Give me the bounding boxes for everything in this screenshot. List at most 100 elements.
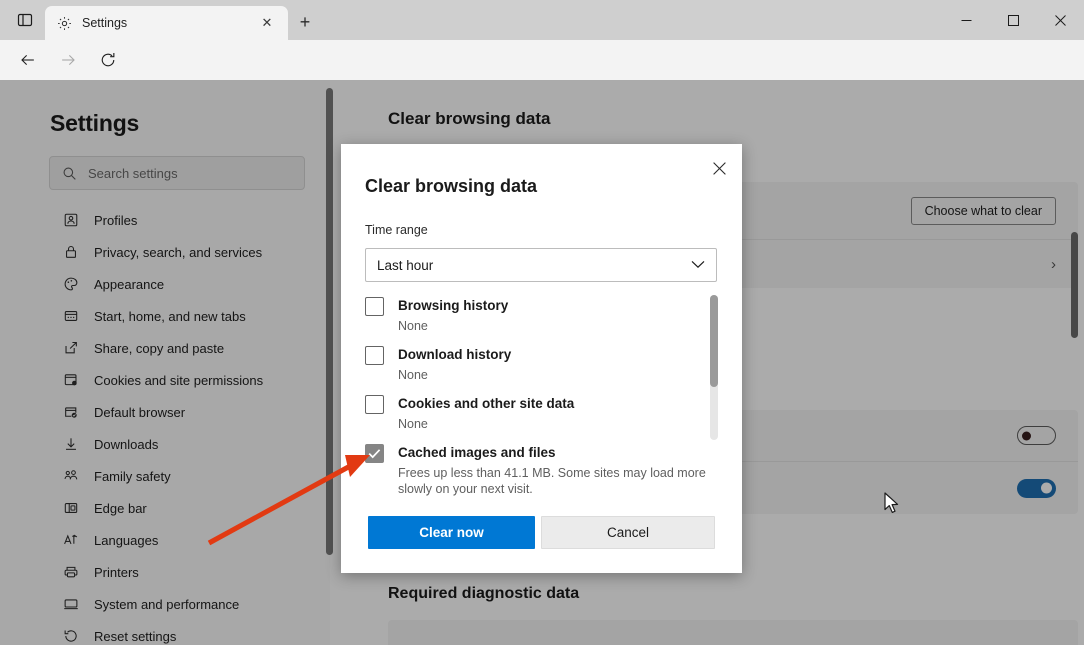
sidebar-item-profiles[interactable]: Profiles (0, 204, 330, 236)
time-range-value: Last hour (377, 257, 434, 273)
gear-icon (55, 14, 73, 32)
browser-toolbar: Edge edge://settings/clearBrowserData (0, 40, 1084, 115)
sidebar-item-edge-bar[interactable]: Edge bar (0, 492, 330, 524)
option-label: Cookies and other site data (398, 396, 575, 411)
sidebar-scrollbar-thumb[interactable] (326, 88, 333, 555)
dialog-scrollbar-thumb[interactable] (710, 295, 718, 387)
reload-button[interactable] (90, 44, 126, 76)
sidebar-item-languages[interactable]: Languages (0, 524, 330, 556)
sidebar-item-start-home[interactable]: Start, home, and new tabs (0, 300, 330, 332)
browser-window: Settings ✕ + Settings Search settings Pr… (0, 0, 1084, 645)
sidebar-item-label: Privacy, search, and services (94, 244, 263, 260)
sidebar-item-label: Printers (94, 564, 139, 580)
checkbox[interactable] (365, 395, 384, 414)
sidebar-item-privacy[interactable]: Privacy, search, and services (0, 236, 330, 268)
sidebar-item-label: Family safety (94, 468, 171, 484)
dialog-scrollbar[interactable] (710, 295, 718, 440)
option-label: Cached images and files (398, 445, 556, 460)
profiles-icon (61, 210, 81, 230)
sidebar-item-label: Share, copy and paste (94, 340, 225, 356)
improve-products-toggle[interactable] (1017, 478, 1056, 498)
checkbox[interactable] (365, 346, 384, 365)
choose-what-to-clear-button[interactable]: Choose what to clear (910, 196, 1056, 225)
sidebar-item-default-browser[interactable]: Default browser (0, 396, 330, 428)
back-button[interactable] (10, 44, 46, 76)
sidebar-item-label: System and performance (94, 596, 240, 612)
close-window-button[interactable] (1037, 0, 1084, 40)
chevron-down-icon (691, 256, 705, 274)
sidebar-item-label: Appearance (94, 276, 165, 292)
lock-icon (61, 242, 81, 262)
settings-sidebar: Settings Search settings Profiles Privac… (0, 80, 333, 645)
tab-title: Settings (82, 16, 128, 30)
family-icon (61, 466, 81, 486)
optional-diagnostic-toggle[interactable] (1017, 426, 1056, 445)
maximize-button[interactable] (990, 0, 1037, 40)
cookies-icon (61, 370, 81, 390)
dialog-title: Clear browsing data (365, 176, 538, 196)
mouse-cursor (884, 492, 899, 513)
option-browsing-history[interactable]: Browsing history None (365, 296, 717, 334)
clear-browsing-data-dialog: Clear browsing data Time range Last hour… (341, 144, 742, 573)
sidebar-item-printers[interactable]: Printers (0, 556, 330, 588)
default-browser-icon (61, 402, 81, 422)
printer-icon (61, 562, 81, 582)
data-type-list: Browsing history None Download history N… (365, 296, 717, 508)
new-tab-button[interactable]: + (292, 9, 318, 35)
sidebar-item-family-safety[interactable]: Family safety (0, 460, 330, 492)
option-download-history[interactable]: Download history None (365, 345, 717, 383)
sidebar-item-label: Reset settings (94, 628, 177, 644)
sidebar-item-reset[interactable]: Reset settings (0, 620, 330, 645)
close-tab-icon[interactable]: ✕ (256, 12, 278, 34)
option-sublabel: None (398, 368, 428, 382)
sidebar-item-label: Profiles (94, 212, 138, 228)
option-cached-images-files[interactable]: Cached images and files Frees up less th… (365, 443, 717, 497)
reset-icon (61, 626, 81, 645)
sidebar-item-share[interactable]: Share, copy and paste (0, 332, 330, 364)
window-icon (61, 306, 81, 326)
sidebar-item-label: Downloads (94, 436, 159, 452)
sidebar-item-cookies[interactable]: Cookies and site permissions (0, 364, 330, 396)
browser-tab[interactable]: Settings ✕ (45, 6, 288, 40)
checkbox[interactable] (365, 297, 384, 316)
required-diagnostic-heading: Required diagnostic data (388, 585, 580, 602)
search-settings-box[interactable]: Search settings (49, 156, 305, 190)
monitor-icon (61, 594, 81, 614)
sidebar-item-label: Default browser (94, 404, 186, 420)
sidebar-item-label: Start, home, and new tabs (94, 308, 246, 324)
option-sublabel: None (398, 417, 428, 431)
close-dialog-icon[interactable] (704, 153, 734, 183)
chevron-right-icon: › (1051, 255, 1056, 273)
palette-icon (61, 274, 81, 294)
option-label: Browsing history (398, 298, 509, 313)
search-icon (60, 164, 78, 182)
time-range-select[interactable]: Last hour (365, 248, 717, 282)
edge-bar-icon (61, 498, 81, 518)
window-controls (943, 0, 1084, 40)
checkbox[interactable] (365, 444, 384, 463)
sidebar-item-system[interactable]: System and performance (0, 588, 330, 620)
dialog-actions: Clear now Cancel (368, 516, 715, 549)
sidebar-item-appearance[interactable]: Appearance (0, 268, 330, 300)
share-icon (61, 338, 81, 358)
languages-icon (61, 530, 81, 550)
settings-nav-list: Profiles Privacy, search, and services A… (0, 204, 330, 645)
page-title: Settings (50, 110, 140, 136)
tab-actions-icon[interactable] (12, 8, 38, 32)
sidebar-item-label: Cookies and site permissions (94, 372, 264, 388)
minimize-button[interactable] (943, 0, 990, 40)
cancel-button[interactable]: Cancel (541, 516, 715, 549)
content-heading: Clear browsing data (388, 109, 551, 128)
sidebar-item-downloads[interactable]: Downloads (0, 428, 330, 460)
sidebar-item-label: Edge bar (94, 500, 147, 516)
option-sublabel: Frees up less than 41.1 MB. Some sites m… (398, 466, 706, 496)
option-cookies-site-data[interactable]: Cookies and other site data None (365, 394, 717, 432)
clear-now-button[interactable]: Clear now (368, 516, 535, 549)
content-scrollbar-thumb[interactable] (1071, 232, 1078, 338)
title-bar: Settings ✕ + (0, 0, 1084, 40)
download-icon (61, 434, 81, 454)
option-label: Download history (398, 347, 512, 362)
forward-button[interactable] (50, 44, 86, 76)
option-sublabel: None (398, 319, 428, 333)
time-range-label: Time range (365, 223, 428, 237)
